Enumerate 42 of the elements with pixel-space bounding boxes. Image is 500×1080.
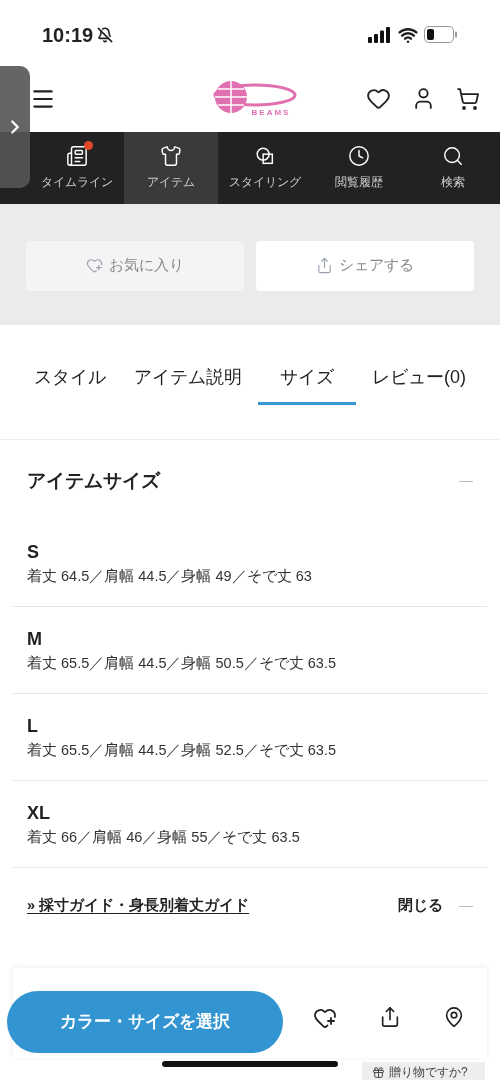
- share-icon: [316, 257, 333, 274]
- heart-plus-icon[interactable]: [313, 1006, 337, 1030]
- clock-icon: [348, 145, 370, 167]
- gift-icon: [372, 1066, 385, 1079]
- size-name: S: [27, 542, 40, 561]
- size-measurements: 着丈 64.5／肩幅 44.5／身幅 49／そで丈 63: [27, 568, 313, 584]
- close-button[interactable]: 閉じる: [398, 895, 473, 917]
- nav-tab[interactable]: アイテム: [124, 132, 218, 204]
- action-button[interactable]: シェアする: [256, 240, 474, 291]
- heart-plus-icon: [86, 257, 103, 274]
- newspaper-icon: [66, 145, 88, 167]
- shirt-icon: [160, 145, 182, 167]
- battery-icon: [424, 26, 458, 43]
- size-measurements: 着丈 65.5／肩幅 44.5／身幅 52.5／そで丈 63.5: [27, 742, 337, 758]
- nav-tab[interactable]: 検索: [406, 132, 500, 204]
- location-pin-icon[interactable]: [443, 1006, 465, 1028]
- content-tab[interactable]: スタイル: [22, 353, 118, 405]
- search-icon: [442, 145, 464, 167]
- gift-tab[interactable]: 贈り物ですか?: [362, 1062, 485, 1080]
- nav-tab[interactable]: タイムライン: [30, 132, 124, 204]
- content-tab[interactable]: レビュー(0): [360, 353, 478, 405]
- content-tab[interactable]: アイテム説明: [122, 353, 254, 405]
- share-icon[interactable]: [379, 1006, 401, 1028]
- nav-tab[interactable]: 閲覧履歴: [312, 132, 406, 204]
- content-tab[interactable]: サイズ: [258, 353, 356, 405]
- size-guide-link[interactable]: » 採寸ガイド・身長別着丈ガイド: [27, 895, 250, 917]
- side-drawer-handle[interactable]: [0, 66, 30, 188]
- overlapping-shapes-icon: [254, 145, 276, 167]
- status-time: 10:19: [42, 22, 94, 48]
- signal-icon: [368, 26, 392, 43]
- size-name: M: [27, 629, 43, 648]
- size-measurements: 着丈 66／肩幅 46／身幅 55／そで丈 63.5: [27, 829, 301, 845]
- size-measurements: 着丈 65.5／肩幅 44.5／身幅 50.5／そで丈 63.5: [27, 655, 337, 671]
- size-name: XL: [27, 803, 51, 822]
- bell-off-icon: [97, 26, 114, 43]
- cart-icon[interactable]: [456, 86, 480, 111]
- nav-tab[interactable]: スタイリング: [218, 132, 312, 204]
- favorites-icon[interactable]: [366, 86, 391, 111]
- gift-label: 贈り物ですか?: [389, 1066, 468, 1078]
- size-name: L: [27, 716, 39, 735]
- logo-text: BEAMS: [251, 106, 291, 119]
- section-title: アイテムサイズ: [27, 468, 160, 493]
